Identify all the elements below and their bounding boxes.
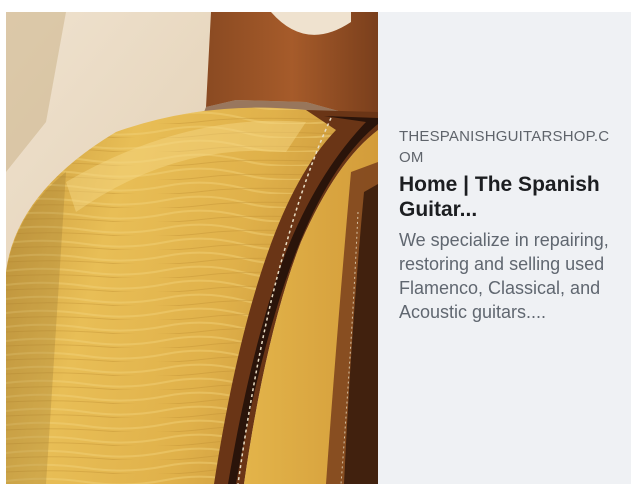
link-description: We specialize in repairing, restoring an… — [399, 230, 609, 322]
link-preview-text[interactable]: THESPANISHGUITARSHOP.COM Home | The Span… — [378, 12, 631, 484]
link-domain: THESPANISHGUITARSHOP.COM — [399, 128, 610, 166]
guitar-photo — [6, 12, 378, 484]
link-preview-image[interactable] — [6, 12, 378, 484]
link-preview-card[interactable]: THESPANISHGUITARSHOP.COM Home | The Span… — [6, 12, 631, 484]
link-title[interactable]: Home | The Spanish Guitar... — [399, 172, 615, 222]
